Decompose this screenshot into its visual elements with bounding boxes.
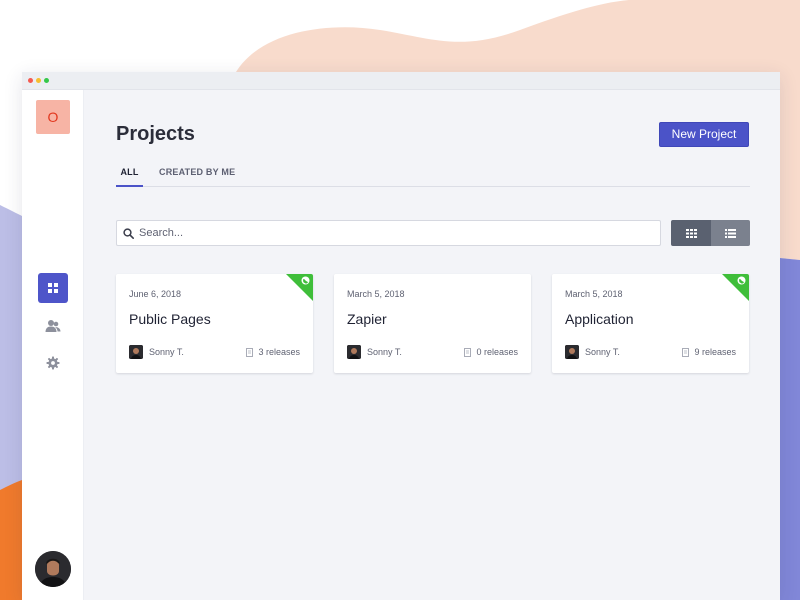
org-logo[interactable]: O xyxy=(36,100,70,134)
project-title: Public Pages xyxy=(129,311,211,327)
sidebar-item-settings[interactable] xyxy=(38,348,68,378)
project-releases: 3 releases xyxy=(246,345,300,359)
project-date: March 5, 2018 xyxy=(565,289,623,299)
avatar xyxy=(347,345,361,359)
sidebar-item-projects[interactable] xyxy=(38,273,68,303)
search-icon xyxy=(123,228,134,239)
releases-count: 3 releases xyxy=(258,347,300,357)
project-releases: 9 releases xyxy=(682,345,736,359)
project-date: June 6, 2018 xyxy=(129,289,182,299)
avatar xyxy=(129,345,143,359)
project-date: March 5, 2018 xyxy=(347,289,405,299)
owner-avatar-image xyxy=(565,345,579,359)
gear-icon xyxy=(46,356,60,370)
avatar-image xyxy=(35,551,71,587)
search-input[interactable] xyxy=(139,224,654,242)
tab-all[interactable]: ALL xyxy=(116,167,143,187)
sidebar: O xyxy=(22,90,84,600)
grid-view-icon xyxy=(685,228,697,238)
main-content: Projects New Project ALL CREATED BY ME S… xyxy=(116,90,750,600)
project-card[interactable]: June 6, 2018 Public Pages Sonny T. 3 rel… xyxy=(116,274,313,373)
owner-avatar-image xyxy=(347,345,361,359)
owner-name: Sonny T. xyxy=(149,347,184,357)
globe-icon xyxy=(301,276,310,285)
project-card[interactable]: March 5, 2018 Application Sonny T. 9 rel… xyxy=(552,274,749,373)
project-owner: Sonny T. xyxy=(565,345,620,359)
user-avatar[interactable] xyxy=(35,551,71,587)
project-releases: 0 releases xyxy=(464,345,518,359)
list-view-icon xyxy=(725,228,736,238)
maximize-window-button[interactable] xyxy=(44,78,49,83)
project-owner: Sonny T. xyxy=(347,345,402,359)
page-title: Projects xyxy=(116,123,195,145)
document-icon xyxy=(464,347,472,357)
sidebar-item-team[interactable] xyxy=(38,311,68,341)
app-window: O Projects New Project ALL CREATED BY ME… xyxy=(22,72,780,600)
grid-view-button[interactable] xyxy=(671,220,711,246)
tab-created-by-me[interactable]: CREATED BY ME xyxy=(159,167,235,187)
list-view-button[interactable] xyxy=(711,220,750,246)
grid-icon xyxy=(48,283,58,293)
new-project-button[interactable]: New Project xyxy=(659,122,749,147)
view-toggle xyxy=(671,220,750,246)
avatar xyxy=(565,345,579,359)
document-icon xyxy=(682,347,690,357)
owner-name: Sonny T. xyxy=(585,347,620,357)
project-title: Zapier xyxy=(347,311,387,327)
globe-icon xyxy=(737,276,746,285)
project-title: Application xyxy=(565,311,634,327)
owner-avatar-image xyxy=(129,345,143,359)
window-titlebar xyxy=(22,72,780,90)
project-tabs: ALL CREATED BY ME xyxy=(116,167,750,187)
project-owner: Sonny T. xyxy=(129,345,184,359)
project-grid: June 6, 2018 Public Pages Sonny T. 3 rel… xyxy=(116,274,750,374)
minimize-window-button[interactable] xyxy=(36,78,41,83)
search-box xyxy=(116,220,661,246)
document-icon xyxy=(246,347,254,357)
owner-name: Sonny T. xyxy=(367,347,402,357)
team-icon xyxy=(45,320,61,332)
close-window-button[interactable] xyxy=(28,78,33,83)
project-card[interactable]: March 5, 2018 Zapier Sonny T. 0 releases xyxy=(334,274,531,373)
releases-count: 9 releases xyxy=(694,347,736,357)
releases-count: 0 releases xyxy=(476,347,518,357)
